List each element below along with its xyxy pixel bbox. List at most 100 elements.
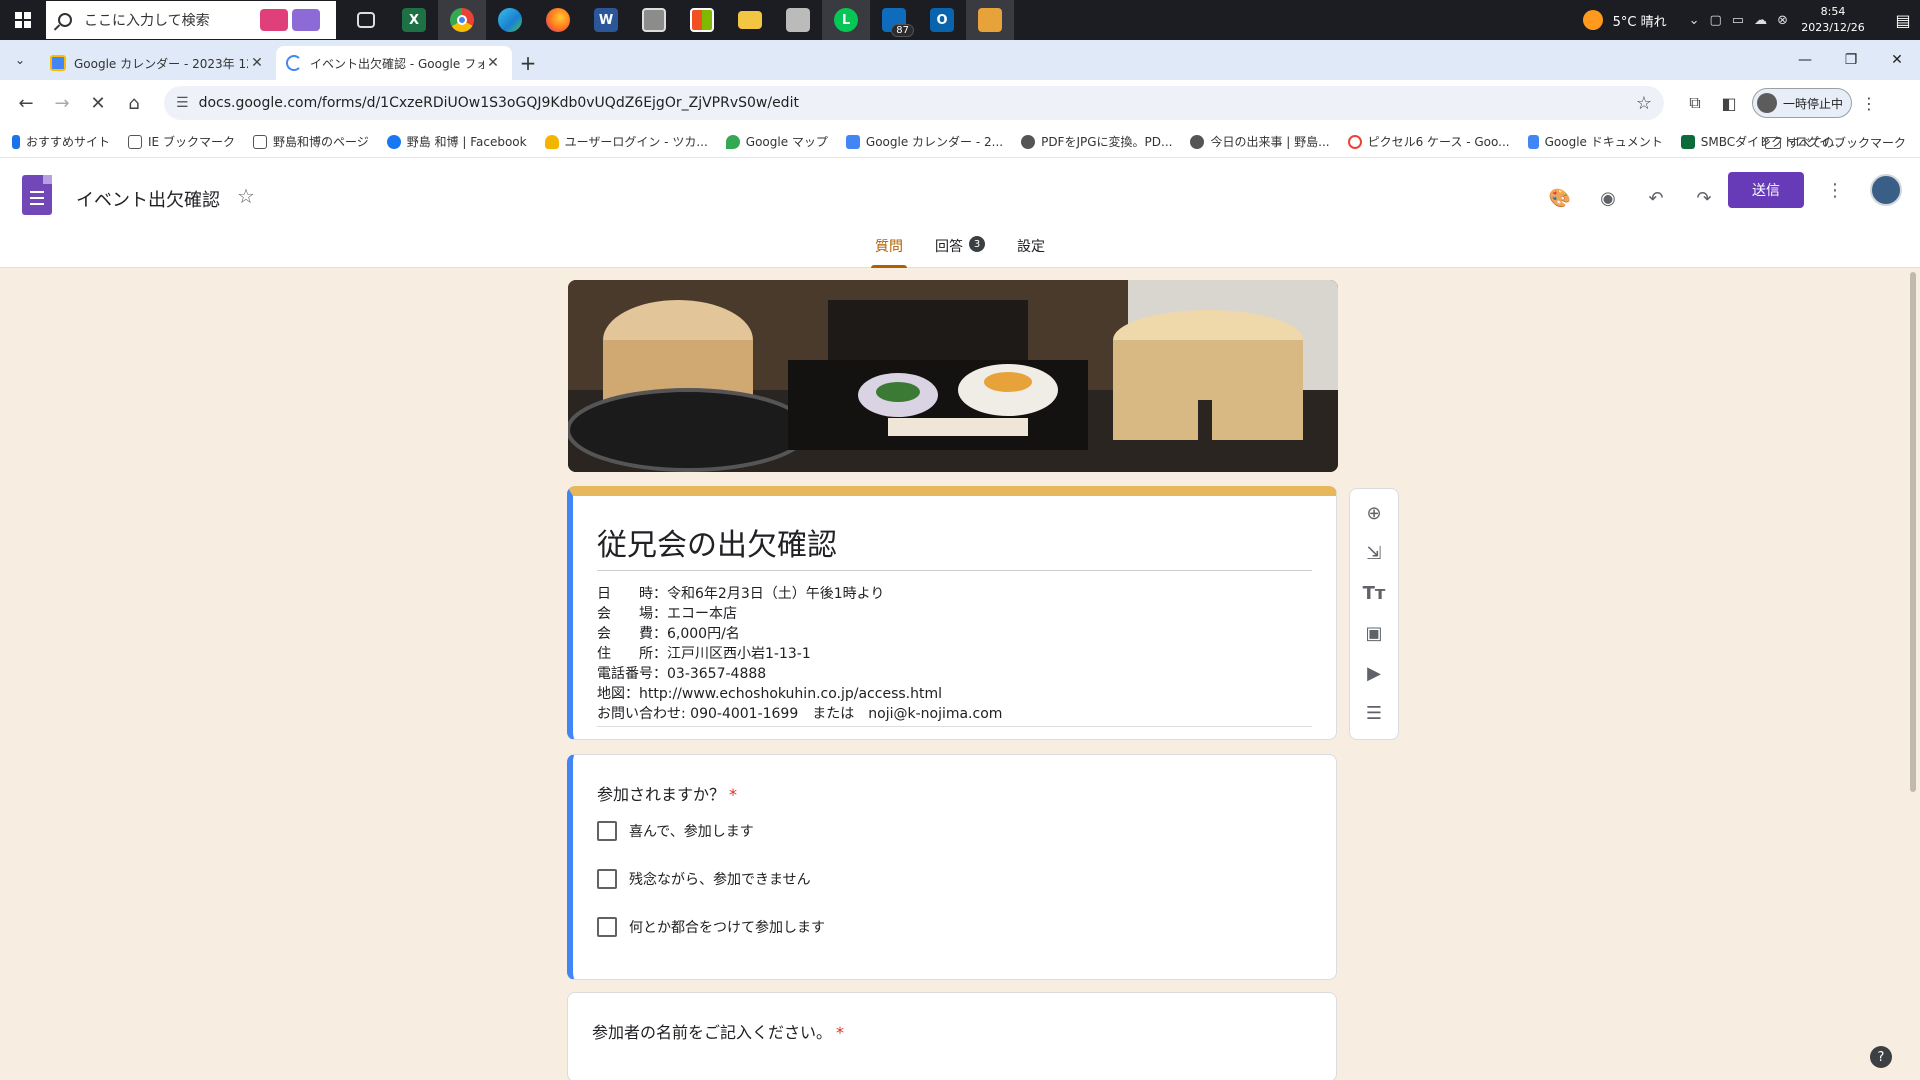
site-settings-icon[interactable]: ☰ xyxy=(176,95,189,111)
address-bar[interactable]: ☰ docs.google.com/forms/d/1CxzeRDiUOw1S3… xyxy=(164,86,1664,120)
excel-icon: X xyxy=(402,8,426,32)
bookmark-item[interactable]: 野島和博のページ xyxy=(252,133,369,150)
clock-date: 2023/12/26 xyxy=(1801,21,1865,34)
preview-eye-icon[interactable]: ◉ xyxy=(1592,182,1624,214)
profile-paused-chip[interactable]: 一時停止中 xyxy=(1752,88,1853,118)
stop-loading-icon[interactable]: ✕ xyxy=(80,85,116,121)
google-g-icon xyxy=(1347,134,1362,149)
close-window-icon[interactable]: ✕ xyxy=(1874,40,1920,80)
taskbar-outlook[interactable]: O xyxy=(918,0,966,40)
onedrive-icon[interactable]: ☁ xyxy=(1754,13,1767,28)
taskbar-line[interactable]: L xyxy=(822,0,870,40)
forms-logo-icon[interactable] xyxy=(22,175,52,215)
user-avatar[interactable] xyxy=(1870,174,1902,206)
option-attend[interactable]: 喜んで、参加します xyxy=(597,821,754,841)
taskbar-photos[interactable] xyxy=(630,0,678,40)
star-icon[interactable]: ☆ xyxy=(237,184,255,208)
bookmark-item[interactable]: 野島 和博 | Facebook xyxy=(386,133,527,150)
taskbar-word[interactable]: W xyxy=(582,0,630,40)
sync-error-icon[interactable]: ⊗ xyxy=(1777,13,1788,28)
help-icon[interactable]: ? xyxy=(1870,1046,1892,1068)
tab-questions[interactable]: 質問 xyxy=(871,236,907,268)
extensions-puzzle-icon[interactable]: ⧉ xyxy=(1678,86,1712,120)
new-tab-plus-icon[interactable]: + xyxy=(512,46,544,80)
taskbar-excel[interactable]: X xyxy=(390,0,438,40)
tab-settings[interactable]: 設定 xyxy=(1013,236,1049,268)
bookmark-item[interactable]: ピクセル6 ケース - Goo... xyxy=(1347,133,1510,150)
notification-icon[interactable]: ▤ xyxy=(1886,0,1920,40)
undo-icon[interactable]: ↶ xyxy=(1640,182,1672,214)
side-panel-icon[interactable]: ◧ xyxy=(1712,86,1746,120)
form-description[interactable]: 日 時：令和6年2月3日（土）午後1時より 会 場：エコー本店 会 費：6,00… xyxy=(597,584,1002,724)
add-section-icon[interactable]: ☰ xyxy=(1360,699,1388,727)
taskbar-firefox[interactable] xyxy=(534,0,582,40)
taskbar-mail[interactable]: 87 xyxy=(870,0,918,40)
tab-responses[interactable]: 回答 3 xyxy=(931,236,989,268)
form-title-card[interactable]: 従兄会の出欠確認 日 時：令和6年2月3日（土）午後1時より 会 場：エコー本店… xyxy=(567,486,1337,740)
form-title[interactable]: 従兄会の出欠確認 xyxy=(597,520,837,564)
display-icon[interactable]: ▭ xyxy=(1732,13,1744,28)
close-tab-icon[interactable]: ✕ xyxy=(248,55,266,71)
chevron-up-icon[interactable]: ⌄ xyxy=(1689,13,1700,28)
bookmark-item[interactable]: Google マップ xyxy=(725,133,828,150)
import-questions-icon[interactable]: ⇲ xyxy=(1360,539,1388,567)
add-image-icon[interactable]: ▣ xyxy=(1360,619,1388,647)
question-card-attendance[interactable]: 参加されますか？ * 喜んで、参加します 残念ながら、参加できません 何とか都合を… xyxy=(567,754,1337,980)
taskbar-chrome[interactable] xyxy=(438,0,486,40)
taskbar-store[interactable] xyxy=(678,0,726,40)
question-card-name[interactable]: 参加者の名前をご記入ください。 * xyxy=(567,992,1337,1080)
checkbox[interactable] xyxy=(597,821,617,841)
url-text[interactable]: docs.google.com/forms/d/1CxzeRDiUOw1S3oG… xyxy=(199,95,1636,111)
taskbar-apps: X W L 87 O xyxy=(342,0,1014,40)
minimize-icon[interactable]: — xyxy=(1782,40,1828,80)
home-icon[interactable]: ⌂ xyxy=(116,85,152,121)
close-tab-icon[interactable]: ✕ xyxy=(484,55,502,71)
bookmark-item[interactable]: Google ドキュメント xyxy=(1527,133,1663,150)
add-question-icon[interactable]: ⊕ xyxy=(1360,499,1388,527)
chrome-menu-icon[interactable]: ⋮ xyxy=(1852,86,1886,120)
bookmark-item[interactable]: Google カレンダー - 2... xyxy=(845,133,1003,150)
edge-icon xyxy=(498,8,522,32)
page-icon xyxy=(252,134,267,149)
profile-avatar xyxy=(1757,93,1777,113)
back-arrow-icon[interactable]: ← xyxy=(8,85,44,121)
option-try-attend[interactable]: 何とか都合をつけて参加します xyxy=(597,917,825,937)
bookmark-item[interactable]: ユーザーログイン - ツカ... xyxy=(544,133,708,150)
forward-arrow-icon[interactable]: → xyxy=(44,85,80,121)
start-button[interactable] xyxy=(0,0,46,40)
document-title[interactable]: イベント出欠確認 xyxy=(76,186,220,212)
taskbar-app-robot[interactable] xyxy=(774,0,822,40)
bookmark-star-icon[interactable]: ☆ xyxy=(1636,93,1652,114)
palette-icon[interactable]: 🎨 xyxy=(1544,182,1576,214)
taskbar-clock[interactable]: 8:54 2023/12/26 xyxy=(1798,4,1868,36)
add-title-text-icon[interactable]: Tт xyxy=(1360,579,1388,607)
taskbar-search-box[interactable]: ここに入力して検索 xyxy=(46,1,336,39)
restore-icon[interactable]: ❐ xyxy=(1828,40,1874,80)
tab-forms-edit[interactable]: イベント出欠確認 - Google フォー ✕ xyxy=(276,46,512,80)
network-icon[interactable]: ▢ xyxy=(1710,13,1722,28)
all-bookmarks-folder[interactable]: すべてのブックマーク xyxy=(1765,134,1906,151)
taskbar-app-other[interactable] xyxy=(966,0,1014,40)
browser-toolbar: ← → ✕ ⌂ ☰ docs.google.com/forms/d/1CxzeR… xyxy=(0,80,1920,126)
checkbox[interactable] xyxy=(597,869,617,889)
tab-search-chevron-icon[interactable]: ⌄ xyxy=(0,40,40,80)
redo-icon[interactable]: ↷ xyxy=(1688,182,1720,214)
more-options-icon[interactable]: ⋮ xyxy=(1826,180,1844,201)
windows-taskbar: ここに入力して検索 X W L 87 O 5°C 晴れ ⌄ ▢ ▭ ☁ ⊗ 8:… xyxy=(0,0,1920,40)
bookmark-item[interactable]: IE ブックマーク xyxy=(128,133,235,150)
bookmark-item[interactable]: PDFをJPGに変換。PD... xyxy=(1021,133,1172,150)
checkbox[interactable] xyxy=(597,917,617,937)
system-tray: 5°C 晴れ ⌄ ▢ ▭ ☁ ⊗ 8:54 2023/12/26 ▤ xyxy=(1582,0,1920,40)
weather-text[interactable]: 5°C 晴れ xyxy=(1613,11,1667,30)
taskbar-edge[interactable] xyxy=(486,0,534,40)
task-view-button[interactable] xyxy=(342,0,390,40)
bookmark-item[interactable]: おすすめサイト xyxy=(12,133,110,150)
bookmark-item[interactable]: 今日の出来事 | 野島... xyxy=(1190,133,1330,150)
add-video-icon[interactable]: ▶ xyxy=(1360,659,1388,687)
send-button[interactable]: 送信 xyxy=(1728,172,1804,208)
page-scrollbar[interactable] xyxy=(1906,268,1920,1068)
scrollbar-thumb[interactable] xyxy=(1910,272,1916,792)
taskbar-explorer[interactable] xyxy=(726,0,774,40)
tab-google-calendar[interactable]: Google カレンダー - 2023年 12月 ✕ xyxy=(40,46,276,80)
option-decline[interactable]: 残念ながら、参加できません xyxy=(597,869,811,889)
